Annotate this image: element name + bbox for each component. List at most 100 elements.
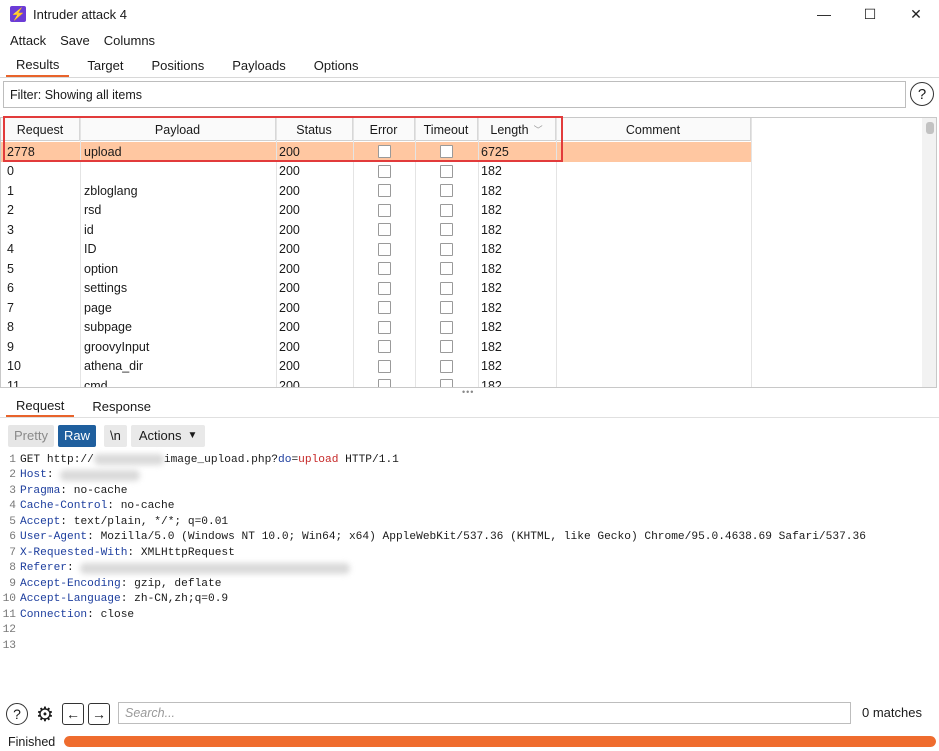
table-row[interactable]: 7 page 200 182	[1, 298, 751, 318]
timeout-checkbox[interactable]	[440, 340, 453, 354]
error-checkbox[interactable]	[377, 301, 391, 315]
newline-toggle-button[interactable]: \n	[103, 424, 127, 447]
help-circle-icon[interactable]: ?	[6, 703, 28, 725]
error-checkbox[interactable]	[377, 340, 391, 354]
cell-request: 1	[7, 183, 14, 198]
error-checkbox[interactable]	[377, 281, 391, 295]
error-checkbox[interactable]	[377, 359, 391, 373]
timeout-checkbox[interactable]	[440, 262, 453, 276]
timeout-checkbox[interactable]	[440, 242, 453, 256]
cell-comment[interactable]	[556, 298, 751, 318]
help-icon[interactable]: ?	[910, 82, 934, 106]
table-row[interactable]: 8 subpage 200 182	[1, 318, 751, 338]
table-row[interactable]: 10 athena_dir 200 182	[1, 357, 751, 377]
tab-options[interactable]: Options	[304, 53, 369, 77]
cell-status: 200	[279, 359, 300, 374]
request-editor[interactable]: 1 GET http://image_upload.php? do = upload …	[0, 452, 939, 692]
table-row[interactable]: 1 zbloglang 200 182	[1, 181, 751, 201]
menu-columns[interactable]: Columns	[104, 33, 155, 48]
cell-comment[interactable]	[556, 142, 751, 162]
error-checkbox[interactable]	[377, 223, 391, 237]
request-line-10: 10 Accept-Language: zh-CN,zh;q=0.9	[2, 593, 229, 606]
search-input[interactable]	[118, 702, 851, 724]
cell-comment[interactable]	[556, 240, 751, 260]
error-checkbox[interactable]	[377, 320, 391, 334]
error-checkbox[interactable]	[377, 184, 391, 198]
table-row[interactable]: 3 id 200 182	[1, 220, 751, 240]
cell-timeout	[415, 337, 478, 357]
table-row[interactable]: 6 settings 200 182	[1, 279, 751, 299]
cell-length: 182	[481, 261, 502, 276]
timeout-checkbox[interactable]	[440, 203, 453, 217]
menu-save[interactable]: Save	[60, 33, 90, 48]
cell-comment[interactable]	[556, 181, 751, 201]
scrollbar-thumb[interactable]	[926, 122, 934, 134]
raw-button[interactable]: Raw	[57, 424, 96, 447]
cell-request: 4	[7, 242, 14, 257]
error-checkbox[interactable]	[377, 203, 391, 217]
highlight-annotation	[3, 116, 563, 162]
tab-positions[interactable]: Positions	[142, 53, 215, 77]
timeout-checkbox[interactable]	[440, 301, 453, 315]
menu-attack[interactable]: Attack	[10, 33, 46, 48]
gear-icon[interactable]: ⚙	[34, 703, 56, 726]
tab-response[interactable]: Response	[82, 395, 161, 417]
table-row[interactable]: 5 option 200 182	[1, 259, 751, 279]
error-checkbox[interactable]	[377, 242, 391, 256]
table-scrollbar[interactable]	[922, 118, 936, 387]
maximize-button[interactable]: ☐	[847, 0, 893, 28]
timeout-checkbox[interactable]	[440, 281, 453, 295]
cell-comment[interactable]	[556, 220, 751, 240]
cell-comment[interactable]	[556, 357, 751, 377]
table-row[interactable]: 11 cmd 200 182	[1, 376, 751, 387]
cell-length: 182	[481, 359, 502, 374]
menu-bar: Attack Save Columns	[0, 30, 159, 50]
minimize-button[interactable]: —	[801, 0, 847, 28]
column-comment[interactable]: Comment	[556, 118, 751, 141]
tab-results[interactable]: Results	[6, 53, 70, 77]
timeout-checkbox[interactable]	[440, 184, 453, 198]
cell-status: 200	[279, 339, 300, 354]
cell-timeout	[415, 201, 478, 221]
cell-comment[interactable]	[556, 376, 751, 387]
cell-status: 200	[279, 242, 300, 257]
cell-error	[353, 240, 415, 260]
cell-timeout	[415, 298, 478, 318]
error-checkbox[interactable]	[377, 164, 391, 178]
cell-payload: rsd	[84, 203, 102, 218]
close-button[interactable]: ✕	[893, 0, 939, 28]
tab-payloads[interactable]: Payloads	[222, 53, 295, 77]
cell-error	[353, 279, 415, 299]
cell-error	[353, 376, 415, 387]
cell-timeout	[415, 181, 478, 201]
cell-payload: groovyInput	[84, 339, 150, 354]
timeout-checkbox[interactable]	[440, 359, 453, 373]
cell-comment[interactable]	[556, 279, 751, 299]
tab-request[interactable]: Request	[6, 395, 75, 417]
cell-comment[interactable]	[556, 259, 751, 279]
table-row[interactable]: 2 rsd 200 182	[1, 201, 751, 221]
cell-comment[interactable]	[556, 162, 751, 182]
pretty-button[interactable]: Pretty	[8, 424, 54, 447]
timeout-checkbox[interactable]	[440, 320, 453, 334]
previous-arrow-icon[interactable]: ←	[62, 703, 84, 725]
table-row[interactable]: 0 200 182	[1, 162, 751, 182]
cell-comment[interactable]	[556, 337, 751, 357]
main-tabs: Results Target Positions Payloads Option…	[0, 54, 939, 78]
next-arrow-icon[interactable]: →	[88, 703, 110, 725]
actions-button[interactable]: Actions ▼	[130, 424, 206, 447]
cell-timeout	[415, 240, 478, 260]
timeout-checkbox[interactable]	[440, 164, 453, 178]
timeout-checkbox[interactable]	[440, 223, 453, 237]
table-row[interactable]: 9 groovyInput 200 182	[1, 337, 751, 357]
tab-target[interactable]: Target	[77, 53, 133, 77]
timeout-checkbox[interactable]	[440, 379, 453, 387]
filter-bar[interactable]: Filter: Showing all items	[3, 81, 906, 108]
cell-comment[interactable]	[556, 201, 751, 221]
error-checkbox[interactable]	[377, 379, 391, 387]
table-row[interactable]: 4 ID 200 182	[1, 240, 751, 260]
redacted-host-value	[60, 469, 141, 481]
error-checkbox[interactable]	[377, 262, 391, 276]
cell-payload: page	[84, 300, 112, 315]
cell-comment[interactable]	[556, 318, 751, 338]
